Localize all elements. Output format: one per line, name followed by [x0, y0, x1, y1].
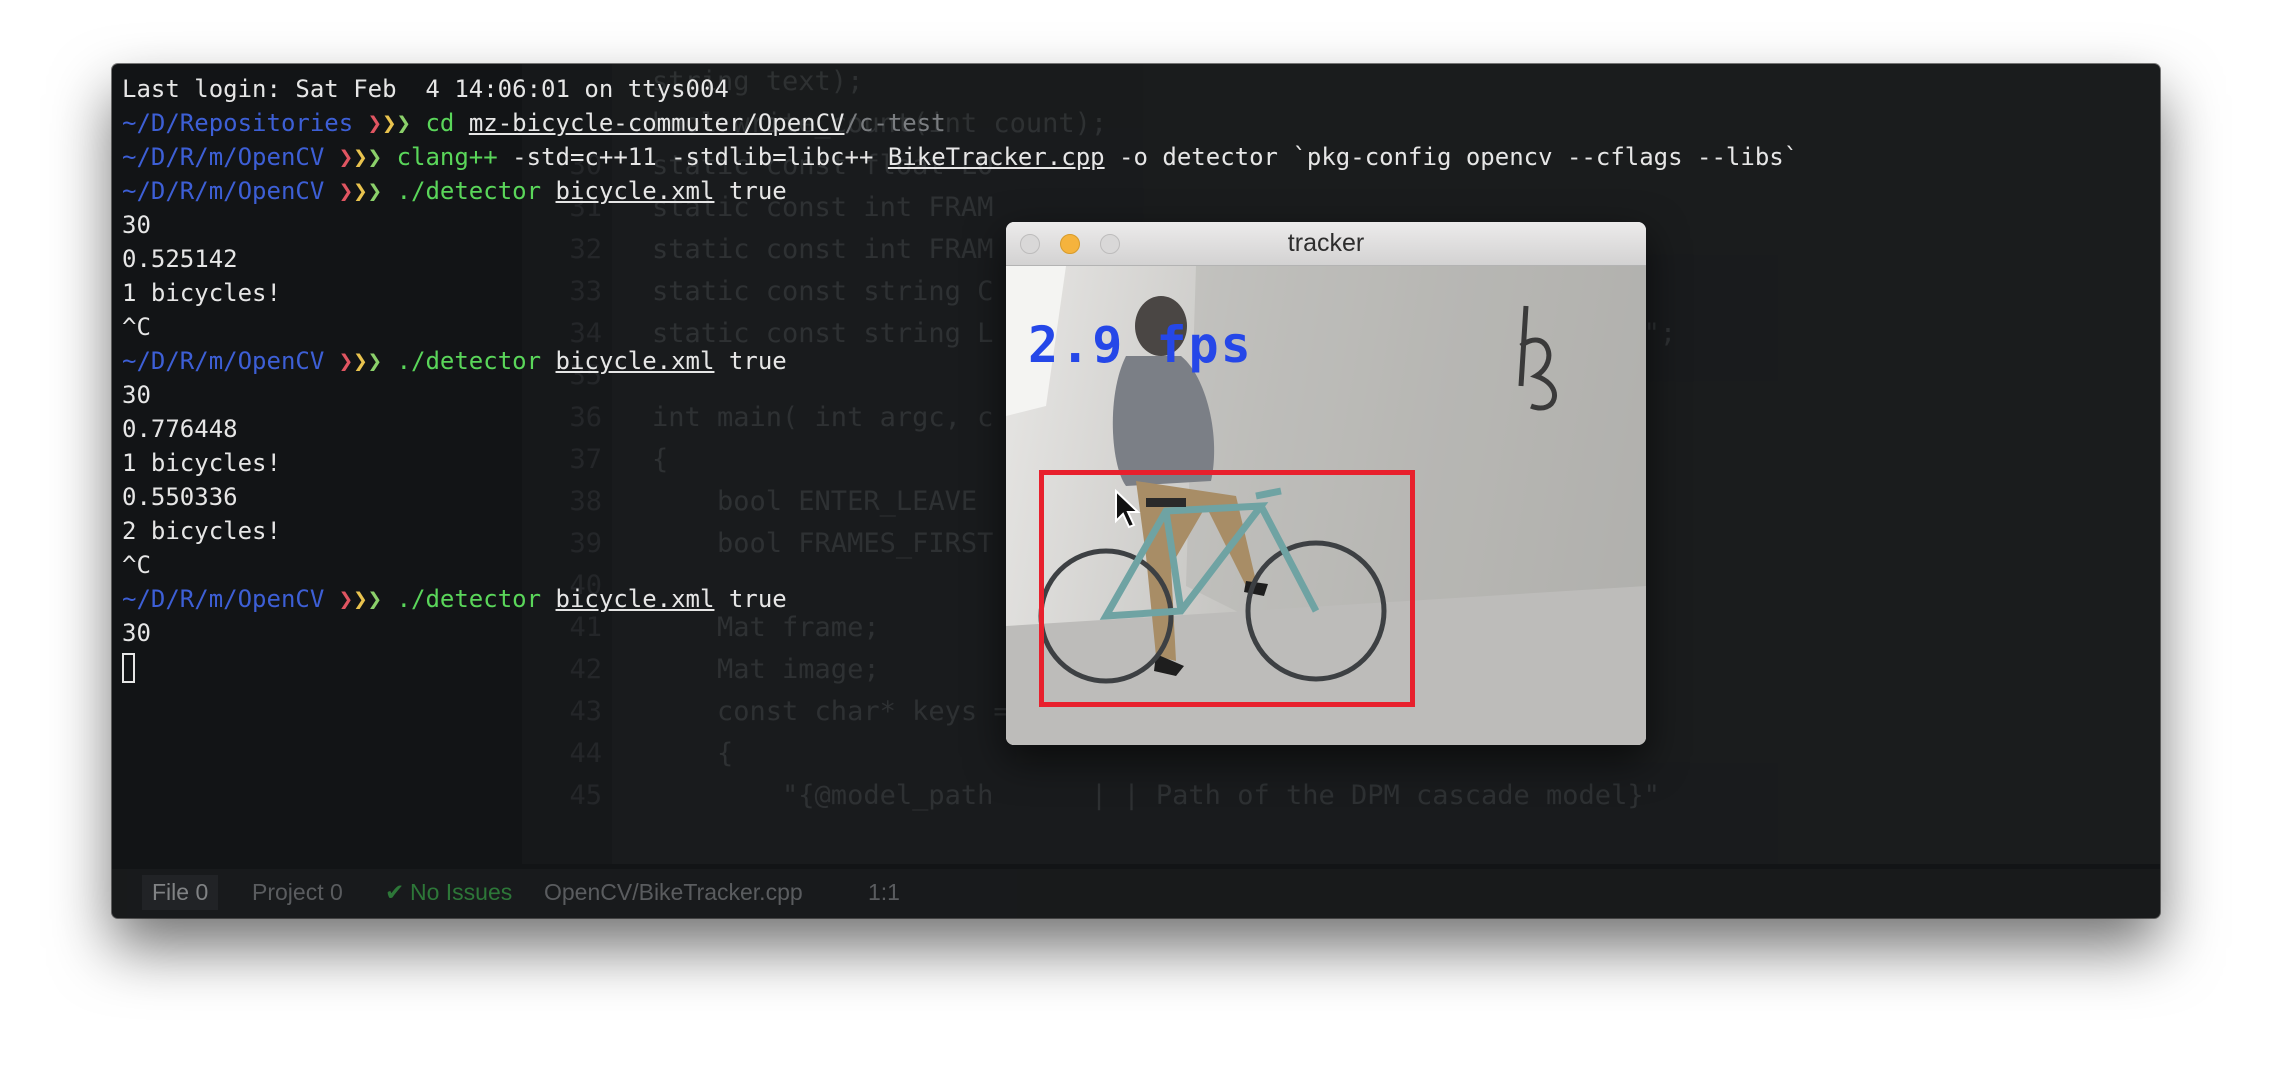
prompt-line: ~/D/R/m/OpenCV ❯❯❯ clang++ -std=c++11 -s…: [122, 140, 1798, 174]
prompt-path: ~/D/R/m/OpenCV: [122, 585, 325, 613]
tracker-window[interactable]: tracker 2.9 fps: [1006, 222, 1646, 745]
command-argument: mz-bicycle-commuter/OpenCV: [468, 109, 845, 137]
terminal-cursor[interactable]: [122, 653, 135, 683]
output-text: Last login: Sat Feb 4 14:06:01 on ttys00…: [122, 75, 729, 103]
output-text: 1 bicycles!: [122, 279, 281, 307]
prompt-path: ~/D/R/m/OpenCV: [122, 177, 325, 205]
output-text: 30: [122, 619, 151, 647]
prompt-line: ~/D/R/m/OpenCV ❯❯❯ ./detector bicycle.xm…: [122, 174, 1798, 208]
fps-counter: 2.9 fps: [1028, 316, 1253, 374]
output-text: 1 bicycles!: [122, 449, 281, 477]
command-name: ./detector: [396, 177, 542, 205]
line-number: 43: [569, 696, 602, 727]
prompt-arrows-icon: ❯❯❯: [338, 177, 383, 205]
code-text: "{@model_path | | Path of the DPM cascad…: [652, 780, 1660, 811]
prompt-path: ~/D/R/m/OpenCV: [122, 143, 325, 171]
command-argument: bicycle.xml: [555, 585, 715, 613]
output-text: 30: [122, 381, 151, 409]
command-name: clang++: [396, 143, 498, 171]
code-text: const char* keys =: [652, 696, 1010, 727]
command-rest: -o detector `pkg-config opencv --cflags …: [1104, 143, 1799, 171]
command-rest: true: [714, 347, 787, 375]
project-tab[interactable]: Project 0: [252, 879, 343, 906]
prompt-arrows-icon: ❯❯❯: [338, 585, 383, 613]
command-name: ./detector: [396, 347, 542, 375]
prompt-arrows-icon: ❯❯❯: [338, 143, 383, 171]
output-text: ^C: [122, 313, 151, 341]
command-rest: /c-test: [844, 109, 946, 137]
line-number: 44: [569, 738, 602, 769]
output-text: ^C: [122, 551, 151, 579]
issues-status[interactable]: No Issues: [410, 879, 512, 906]
prompt-arrows-icon: ❯❯❯: [338, 347, 383, 375]
output-text: 2 bicycles!: [122, 517, 281, 545]
prompt-arrows-icon: ❯❯❯: [367, 109, 411, 137]
mouse-pointer-icon: [1115, 489, 1141, 529]
file-tab[interactable]: File 0: [142, 875, 219, 910]
command-argument: bicycle.xml: [555, 177, 715, 205]
output-line: Last login: Sat Feb 4 14:06:01 on ttys00…: [122, 72, 1798, 106]
output-text: 0.525142: [122, 245, 238, 273]
command-argument: BikeTracker.cpp: [887, 143, 1105, 171]
prompt-path: ~/D/Repositories: [122, 109, 354, 137]
command-rest: true: [714, 585, 787, 613]
prompt-line: ~/D/Repositories ❯❯❯ cd mz-bicycle-commu…: [122, 106, 1798, 140]
line-number: 45: [569, 780, 602, 811]
cursor-position[interactable]: 1:1: [868, 879, 900, 906]
output-text: 30: [122, 211, 151, 239]
code-text: {: [652, 738, 734, 769]
file-path[interactable]: OpenCV/BikeTracker.cpp: [544, 879, 803, 906]
command-flags: -std=c++11 -stdlib=libc++: [497, 143, 888, 171]
command-argument: bicycle.xml: [555, 347, 715, 375]
command-rest: true: [714, 177, 787, 205]
tracker-titlebar[interactable]: tracker: [1006, 222, 1646, 266]
output-text: 0.776448: [122, 415, 238, 443]
detection-bounding-box: [1039, 470, 1415, 707]
prompt-path: ~/D/R/m/OpenCV: [122, 347, 325, 375]
window-title: tracker: [1287, 229, 1365, 257]
command-name: cd: [425, 109, 455, 137]
output-text: 0.550336: [122, 483, 238, 511]
video-frame: 2.9 fps: [1006, 266, 1646, 745]
editor-status-bar: File 0 Project 0 ✔ No Issues OpenCV/Bike…: [112, 869, 2160, 918]
check-icon: ✔: [385, 879, 405, 905]
command-name: ./detector: [396, 585, 542, 613]
